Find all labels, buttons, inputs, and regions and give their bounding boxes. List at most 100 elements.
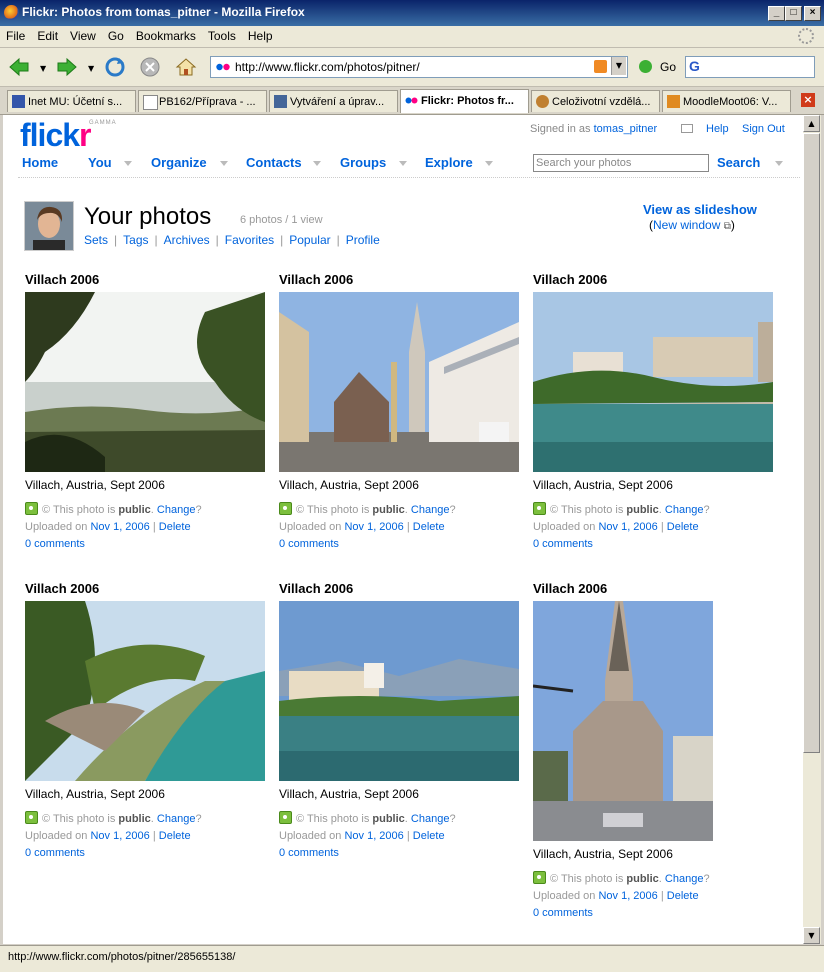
- photo-title[interactable]: Villach 2006: [279, 581, 524, 601]
- comments-link[interactable]: 0 comments: [279, 847, 339, 859]
- back-arrow-icon[interactable]: [8, 56, 30, 78]
- search-dropdown-icon[interactable]: [775, 161, 783, 166]
- minimize-button[interactable]: _: [768, 6, 785, 21]
- tab-inet-mu[interactable]: Inet MU: Účetní s...: [7, 90, 136, 112]
- upload-date-link[interactable]: Nov 1, 2006: [90, 830, 149, 842]
- nav-organize-dropdown-icon[interactable]: [220, 161, 228, 166]
- go-icon[interactable]: [639, 60, 652, 73]
- flickr-logo[interactable]: flickr: [20, 117, 92, 154]
- menu-help[interactable]: Help: [242, 26, 279, 43]
- menu-bookmarks[interactable]: Bookmarks: [130, 26, 202, 43]
- archives-link[interactable]: Archives: [164, 233, 210, 247]
- tab-vytvareni[interactable]: Vytváření a úprav...: [269, 90, 398, 112]
- reload-icon[interactable]: [104, 56, 126, 78]
- nav-groups[interactable]: Groups: [340, 155, 386, 170]
- menu-go[interactable]: Go: [102, 26, 130, 43]
- nav-home[interactable]: Home: [22, 155, 58, 170]
- home-icon[interactable]: [175, 56, 197, 78]
- photo-title[interactable]: Villach 2006: [25, 581, 270, 601]
- tab-celozivotni[interactable]: Celoživotní vzdělá...: [531, 90, 660, 112]
- photo-title[interactable]: Villach 2006: [279, 272, 524, 292]
- change-privacy-link[interactable]: Change: [411, 504, 450, 516]
- new-window-link[interactable]: New window: [653, 218, 720, 232]
- delete-link[interactable]: Delete: [667, 890, 699, 902]
- menu-tools[interactable]: Tools: [202, 26, 242, 43]
- nav-groups-dropdown-icon[interactable]: [399, 161, 407, 166]
- delete-link[interactable]: Delete: [159, 830, 191, 842]
- maximize-button[interactable]: □: [785, 6, 802, 21]
- photo-title[interactable]: Villach 2006: [533, 272, 778, 292]
- change-privacy-link[interactable]: Change: [665, 504, 704, 516]
- comments-link[interactable]: 0 comments: [25, 538, 85, 550]
- favorites-link[interactable]: Favorites: [225, 233, 274, 247]
- menu-view[interactable]: View: [64, 26, 102, 43]
- scroll-up-icon[interactable]: ▲: [803, 115, 820, 132]
- search-button[interactable]: Search: [717, 155, 760, 170]
- comments-link[interactable]: 0 comments: [25, 847, 85, 859]
- avatar[interactable]: [24, 201, 74, 251]
- nav-you-dropdown-icon[interactable]: [124, 161, 132, 166]
- photo-thumbnail[interactable]: [25, 601, 265, 781]
- view-slideshow-link[interactable]: View as slideshow: [643, 202, 757, 217]
- scroll-down-icon[interactable]: ▼: [803, 927, 820, 944]
- delete-link[interactable]: Delete: [667, 521, 699, 533]
- change-privacy-link[interactable]: Change: [157, 504, 196, 516]
- gamma-label: GAMMA: [89, 120, 117, 126]
- comments-link[interactable]: 0 comments: [533, 538, 593, 550]
- change-privacy-link[interactable]: Change: [411, 813, 450, 825]
- nav-contacts-dropdown-icon[interactable]: [313, 161, 321, 166]
- stop-icon[interactable]: [139, 56, 161, 78]
- close-tab-icon[interactable]: ×: [801, 93, 815, 107]
- forward-dropdown-icon[interactable]: ▼: [88, 64, 94, 73]
- nav-explore[interactable]: Explore: [425, 155, 473, 170]
- delete-link[interactable]: Delete: [413, 521, 445, 533]
- photo-thumbnail[interactable]: [279, 601, 519, 781]
- upload-date-link[interactable]: Nov 1, 2006: [598, 890, 657, 902]
- address-bar[interactable]: http://www.flickr.com/photos/pitner/ ▼: [210, 56, 628, 78]
- delete-link[interactable]: Delete: [159, 521, 191, 533]
- sign-out-link[interactable]: Sign Out: [742, 123, 785, 135]
- go-button-label[interactable]: Go: [660, 60, 676, 74]
- nav-explore-dropdown-icon[interactable]: [485, 161, 493, 166]
- photo-search-input[interactable]: Search your photos: [533, 154, 709, 172]
- menu-file[interactable]: File: [0, 26, 31, 43]
- photo-title[interactable]: Villach 2006: [25, 272, 270, 292]
- popular-link[interactable]: Popular: [289, 233, 330, 247]
- sets-link[interactable]: Sets: [84, 233, 108, 247]
- window-title-bar[interactable]: Flickr: Photos from tomas_pitner - Mozil…: [0, 0, 824, 26]
- delete-link[interactable]: Delete: [413, 830, 445, 842]
- upload-date-link[interactable]: Nov 1, 2006: [90, 521, 149, 533]
- menu-edit[interactable]: Edit: [31, 26, 64, 43]
- tab-pb162[interactable]: PB162/Příprava - ...: [138, 90, 267, 112]
- upload-date-link[interactable]: Nov 1, 2006: [344, 830, 403, 842]
- profile-link[interactable]: Profile: [346, 233, 380, 247]
- comments-link[interactable]: 0 comments: [279, 538, 339, 550]
- mail-icon[interactable]: [681, 124, 693, 133]
- rss-feed-icon[interactable]: [594, 60, 607, 73]
- photo-thumbnail[interactable]: [533, 601, 713, 841]
- photo-thumbnail[interactable]: [279, 292, 519, 472]
- address-dropdown-icon[interactable]: ▼: [611, 57, 626, 75]
- tab-moodle[interactable]: MoodleMoot06: V...: [662, 90, 791, 112]
- change-privacy-link[interactable]: Change: [157, 813, 196, 825]
- forward-arrow-icon[interactable]: [56, 56, 78, 78]
- vertical-scrollbar[interactable]: ▲ ▼: [803, 115, 821, 944]
- help-link[interactable]: Help: [706, 123, 729, 135]
- change-privacy-link[interactable]: Change: [665, 873, 704, 885]
- close-window-button[interactable]: ×: [804, 6, 821, 21]
- nav-contacts[interactable]: Contacts: [246, 155, 302, 170]
- tags-link[interactable]: Tags: [123, 233, 148, 247]
- username-link[interactable]: tomas_pitner: [594, 123, 658, 135]
- back-dropdown-icon[interactable]: ▼: [40, 64, 46, 73]
- nav-organize[interactable]: Organize: [151, 155, 207, 170]
- scroll-thumb[interactable]: [803, 133, 820, 753]
- photo-thumbnail[interactable]: [533, 292, 773, 472]
- photo-thumbnail[interactable]: [25, 292, 265, 472]
- upload-date-link[interactable]: Nov 1, 2006: [344, 521, 403, 533]
- tab-flickr[interactable]: Flickr: Photos fr...: [400, 89, 529, 113]
- web-search-box[interactable]: G: [685, 56, 815, 78]
- photo-title[interactable]: Villach 2006: [533, 581, 778, 601]
- upload-date-link[interactable]: Nov 1, 2006: [598, 521, 657, 533]
- comments-link[interactable]: 0 comments: [533, 907, 593, 919]
- nav-you[interactable]: You: [88, 155, 112, 170]
